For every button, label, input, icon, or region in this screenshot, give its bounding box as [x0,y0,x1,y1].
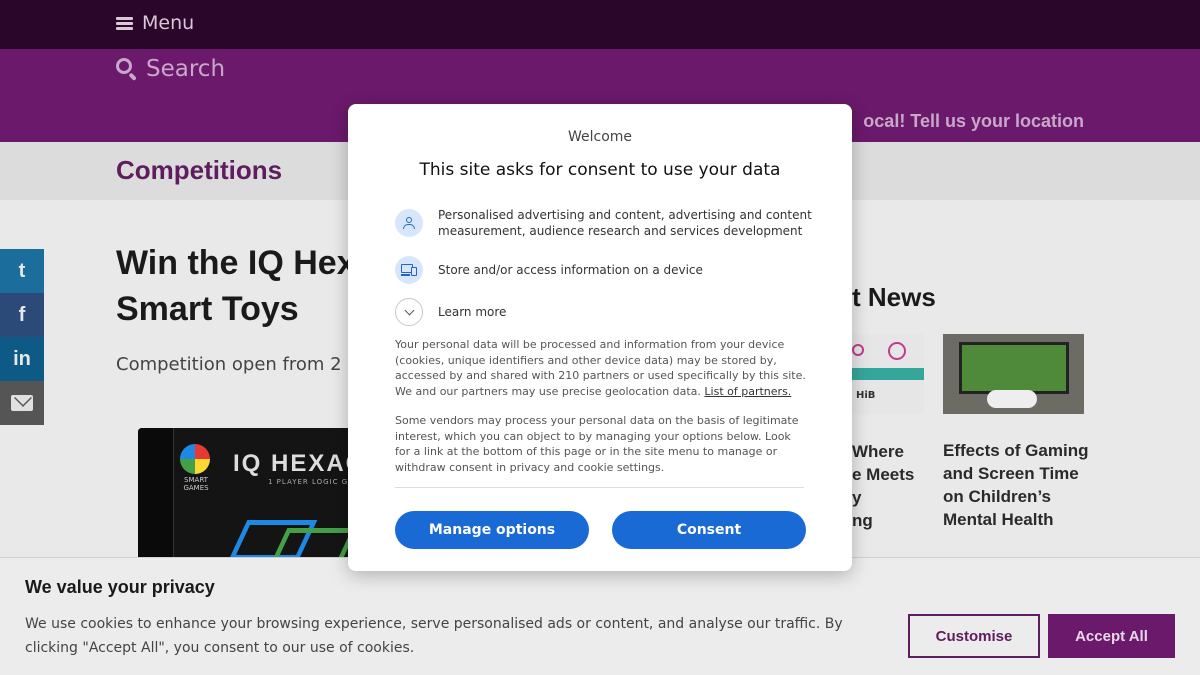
person-icon [395,209,423,237]
device-icon [395,256,423,284]
dialog-welcome: Welcome [567,129,633,145]
divider [395,487,804,488]
learn-more-label[interactable]: Learn more [438,305,506,319]
legitimate-interest-text: Some vendors may process your personal d… [395,414,799,474]
purpose-item: Personalised advertising and content, ad… [395,207,815,239]
purpose-item: Store and/or access information on a dev… [395,256,815,284]
chevron-down-icon[interactable] [395,298,423,326]
manage-options-button[interactable]: Manage options [395,511,589,549]
purpose-text: Personalised advertising and content, ad… [438,208,812,238]
partners-link[interactable]: List of partners. [704,385,791,398]
consent-dialog: Welcome This site asks for consent to us… [348,104,852,571]
learn-more-row[interactable]: Learn more [395,298,815,326]
data-processing-text: Your personal data will be processed and… [395,337,807,399]
purpose-text: Store and/or access information on a dev… [438,263,703,277]
consent-button[interactable]: Consent [612,511,806,549]
dialog-heading: This site asks for consent to use your d… [419,160,781,180]
